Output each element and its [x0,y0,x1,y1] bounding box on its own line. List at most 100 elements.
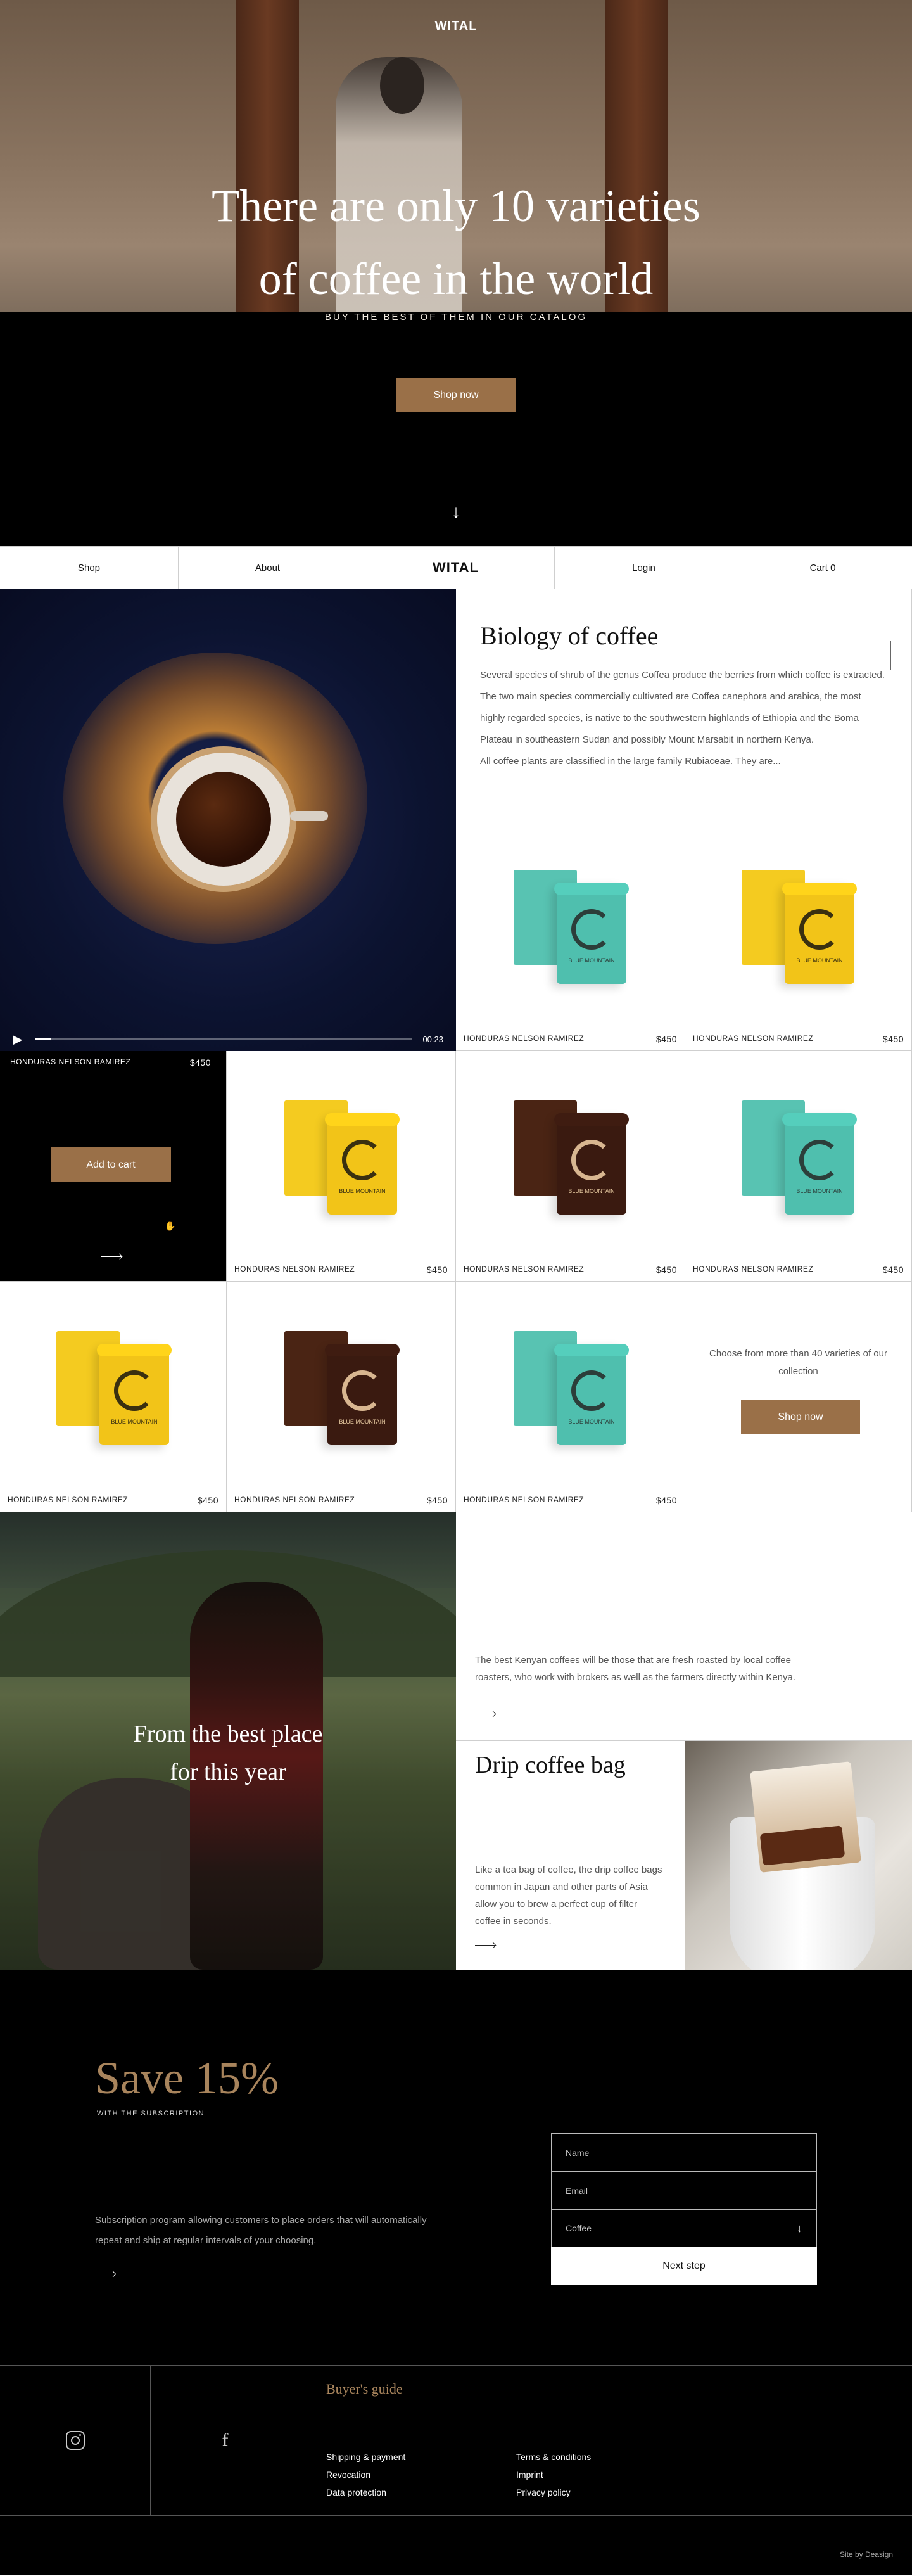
catalog-grid: ▶ 00:23 Biology of coffee Several specie… [0,589,912,1512]
product-price: $450 [656,1495,677,1505]
cursor-icon: ✋ [165,1221,176,1231]
product-meta: HONDURAS NELSON RAMIREZ $450 [464,1265,677,1275]
product-card[interactable]: BLUE MOUNTAIN HONDURAS NELSON RAMIREZ $4… [456,1051,685,1282]
email-field[interactable] [566,2185,802,2196]
hero-title-line2: of coffee in the world [258,253,654,304]
nav-login[interactable]: Login [555,547,733,589]
story-section: From the best place for this year The be… [0,1512,912,1970]
biology-paragraph-1: Several species of shrub of the genus Co… [480,670,885,745]
hero-title-line1: There are only 10 varieties [212,181,700,231]
subscription-section: Save 15% WITH THE SUBSCRIPTION Subscript… [0,1970,912,2365]
product-image: BLUE MOUNTAIN [456,820,685,1025]
product-card[interactable]: BLUE MOUNTAIN HONDURAS NELSON RAMIREZ $4… [685,1051,912,1282]
product-name: HONDURAS NELSON RAMIREZ [234,1265,355,1273]
tin-label: BLUE MOUNTAIN [568,957,615,964]
collection-shop-button[interactable]: Shop now [741,1400,860,1434]
footer-link-revocation[interactable]: Revocation [326,2467,405,2482]
product-card[interactable]: BLUE MOUNTAIN HONDURAS NELSON RAMIREZ $4… [227,1282,456,1512]
product-meta: HONDURAS NELSON RAMIREZ $450 [234,1265,448,1275]
name-field[interactable] [566,2147,802,2158]
product-card[interactable]: HONDURAS NELSON RAMIREZ $450 Add to cart… [0,1051,227,1282]
hero-section: WITAL There are only 10 varieties of cof… [0,0,912,546]
biology-paragraph-2: All coffee plants are classified in the … [480,756,781,767]
chevron-down-icon: ↓ [797,2221,802,2235]
tin-label: BLUE MOUNTAIN [796,957,843,964]
tin-lid [554,1344,629,1356]
footer-link-shipping[interactable]: Shipping & payment [326,2449,405,2464]
product-price: $450 [882,1034,904,1044]
hero-shop-button[interactable]: Shop now [396,378,516,412]
product-tin: BLUE MOUNTAIN [325,1113,400,1215]
kenya-block: The best Kenyan coffees will be those th… [456,1512,912,1741]
biology-scrollbar[interactable] [890,641,891,670]
nav-shop[interactable]: Shop [0,547,179,589]
product-image: BLUE MOUNTAIN [685,820,911,1025]
video-time: 00:23 [422,1034,443,1044]
product-meta: HONDURAS NELSON RAMIREZ $450 [234,1495,448,1505]
footer-link-terms[interactable]: Terms & conditions [516,2449,591,2464]
product-card[interactable]: BLUE MOUNTAIN HONDURAS NELSON RAMIREZ $4… [685,820,912,1051]
drip-block: Drip coffee bag Like a tea bag of coffee… [456,1741,685,1970]
tin-lid [325,1344,400,1356]
product-price: $450 [426,1495,448,1505]
drip-coffee-image [685,1741,912,1970]
footer-links-left: Shipping & payment Revocation Data prote… [326,2449,405,2500]
next-step-button[interactable]: Next step [551,2247,817,2285]
coffee-cup-liquid [176,772,271,867]
footer-link-imprint[interactable]: Imprint [516,2467,591,2482]
product-image: BLUE MOUNTAIN [227,1051,455,1256]
arrow-right-icon[interactable] [475,1945,495,1946]
collection-text: Choose from more than 40 varieties of ou… [709,1348,887,1377]
tin-lid [554,883,629,895]
brand-c-icon [799,909,840,950]
product-card[interactable]: BLUE MOUNTAIN HONDURAS NELSON RAMIREZ $4… [227,1051,456,1282]
product-card[interactable]: BLUE MOUNTAIN HONDURAS NELSON RAMIREZ $4… [0,1282,227,1512]
name-field-wrapper [551,2133,817,2171]
product-tin: BLUE MOUNTAIN [325,1344,400,1445]
product-name: HONDURAS NELSON RAMIREZ [464,1495,585,1504]
coffee-select[interactable]: Coffee ↓ [551,2209,817,2247]
brand-c-icon [342,1370,383,1411]
product-card[interactable]: BLUE MOUNTAIN HONDURAS NELSON RAMIREZ $4… [456,1282,685,1512]
play-icon[interactable]: ▶ [13,1031,35,1047]
site-credit[interactable]: Site by Deasign [840,2550,893,2559]
story-caption: From the best place for this year [0,1715,456,1791]
farmer-image: From the best place for this year [0,1512,456,1970]
footer-link-privacy[interactable]: Privacy policy [516,2485,591,2500]
story-caption-line2: for this year [170,1759,286,1785]
footer-facebook: f [151,2366,300,2515]
product-card[interactable]: BLUE MOUNTAIN HONDURAS NELSON RAMIREZ $4… [456,820,685,1051]
brand-c-icon [571,909,612,950]
brand-c-icon [342,1140,383,1180]
product-image: BLUE MOUNTAIN [685,1051,911,1256]
video-progress[interactable] [35,1038,413,1040]
tin-label: BLUE MOUNTAIN [339,1419,386,1425]
product-price: $450 [426,1265,448,1275]
brand-c-icon [114,1370,155,1411]
arrow-right-icon[interactable] [101,1256,122,1257]
product-price: $450 [197,1495,218,1505]
coffee-cup-handle [290,811,328,821]
tin-lid [97,1344,172,1356]
hero-brand-logo[interactable]: WITAL [0,19,912,34]
product-tin: BLUE MOUNTAIN [554,1113,629,1215]
nav-about[interactable]: About [179,547,357,589]
subscription-subtitle: WITH THE SUBSCRIPTION [97,2110,205,2117]
tin-label: BLUE MOUNTAIN [111,1419,158,1425]
product-price: $450 [882,1265,904,1275]
product-tin: BLUE MOUNTAIN [782,1113,857,1215]
nav-logo[interactable]: WITAL [357,547,555,589]
buyers-guide-title: Buyer's guide [326,2381,403,2397]
product-tin: BLUE MOUNTAIN [554,1344,629,1445]
instagram-icon[interactable] [65,2431,85,2450]
coffee-video[interactable]: ▶ 00:23 [0,589,456,1052]
product-name: HONDURAS NELSON RAMIREZ [234,1495,355,1504]
footer-links-right: Terms & conditions Imprint Privacy polic… [516,2449,591,2500]
nav-cart[interactable]: Cart 0 [733,547,912,589]
arrow-down-icon[interactable]: ↓ [452,502,460,522]
footer-link-data-protection[interactable]: Data protection [326,2485,405,2500]
facebook-icon[interactable]: f [222,2430,229,2451]
product-meta: HONDURAS NELSON RAMIREZ $450 [8,1495,218,1505]
tin-label: BLUE MOUNTAIN [796,1188,843,1194]
add-to-cart-button[interactable]: Add to cart [51,1147,171,1182]
